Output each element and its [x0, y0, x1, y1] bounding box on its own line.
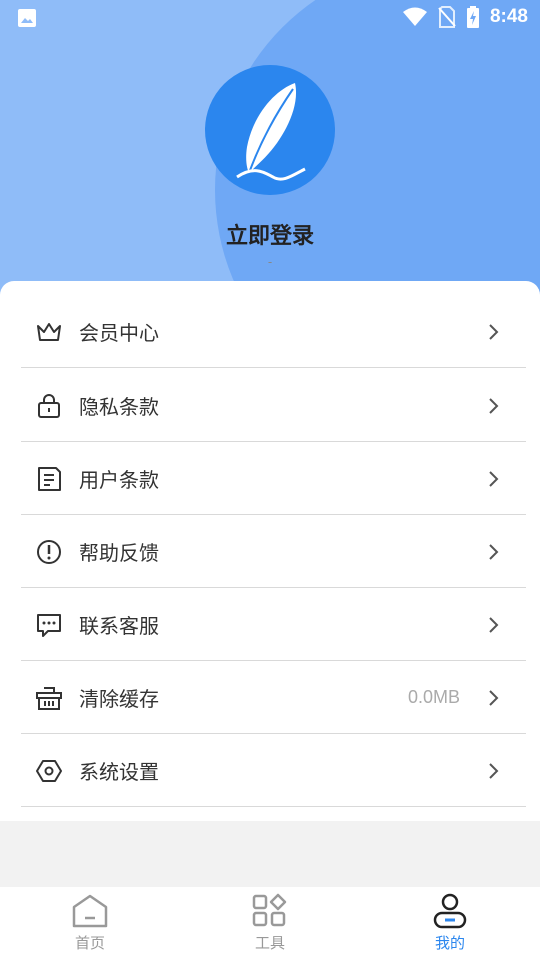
avatar[interactable]	[205, 65, 335, 195]
profile-subtitle: -	[267, 255, 273, 269]
chat-bubble-icon	[37, 614, 61, 637]
tools-grid-icon	[252, 893, 287, 927]
chevron-right-icon	[489, 690, 499, 706]
status-time: 8:48	[489, 6, 528, 27]
chevron-right-icon	[489, 398, 499, 414]
menu-item-label: 清除缓存	[79, 687, 159, 711]
hexagon-settings-icon	[36, 760, 62, 782]
chevron-right-icon	[489, 617, 499, 633]
document-icon	[38, 467, 61, 491]
gallery-notification-icon	[18, 9, 36, 27]
tab-label: 工具	[254, 934, 285, 952]
menu-item-terms[interactable]: 用户条款	[21, 442, 526, 515]
tab-mine[interactable]: 我的	[390, 887, 510, 960]
basket-icon	[36, 687, 62, 710]
menu-card: 会员中心 隐私条款 用户条款 帮助反馈 联系客服 清除缓存 0.0MB 系统设置	[0, 281, 540, 821]
no-sim-icon	[438, 6, 456, 28]
tab-label: 我的	[434, 934, 465, 952]
chevron-right-icon	[489, 324, 499, 340]
tab-label: 首页	[74, 934, 105, 952]
battery-charging-icon	[466, 6, 479, 28]
crown-icon	[37, 323, 61, 341]
menu-item-label: 会员中心	[79, 321, 159, 345]
menu-item-label: 系统设置	[79, 760, 159, 784]
exclamation-circle-icon	[37, 540, 61, 564]
menu-item-clear-cache[interactable]: 清除缓存 0.0MB	[21, 661, 526, 734]
chevron-right-icon	[489, 471, 499, 487]
menu-item-label: 联系客服	[79, 614, 159, 638]
feather-logo-icon	[236, 83, 306, 181]
lock-icon	[38, 394, 60, 418]
tab-home[interactable]: 首页	[30, 887, 150, 960]
menu-item-help[interactable]: 帮助反馈	[21, 515, 526, 588]
wifi-icon	[402, 7, 427, 26]
home-icon	[72, 894, 108, 928]
tab-tools[interactable]: 工具	[210, 887, 330, 960]
menu-item-settings[interactable]: 系统设置	[21, 734, 526, 807]
menu-item-label: 用户条款	[79, 468, 159, 492]
menu-item-privacy[interactable]: 隐私条款	[21, 369, 526, 442]
menu-item-contact[interactable]: 联系客服	[21, 588, 526, 661]
chevron-right-icon	[489, 763, 499, 779]
user-icon	[433, 893, 467, 929]
status-bar: 8:48	[0, 0, 540, 36]
bottom-tab-bar: 首页 工具 我的	[0, 887, 540, 960]
login-link[interactable]: 立即登录	[0, 218, 540, 250]
menu-item-label: 隐私条款	[79, 395, 159, 419]
menu-item-vip[interactable]: 会员中心	[21, 295, 526, 368]
menu-item-label: 帮助反馈	[79, 541, 159, 565]
chevron-right-icon	[489, 544, 499, 560]
cache-size-value: 0.0MB	[407, 687, 460, 707]
